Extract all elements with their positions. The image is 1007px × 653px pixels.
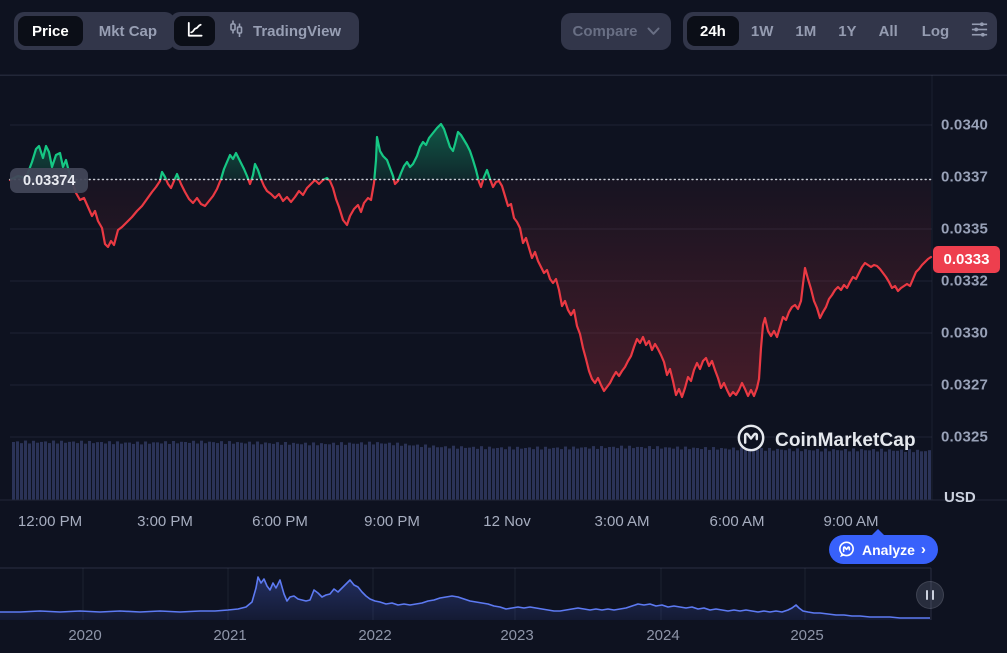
y-axis-tick: 0.0340 (941, 117, 988, 134)
x-axis-tick: 9:00 AM (823, 513, 878, 530)
cmc-price-chart-page: Price Mkt Cap Tr (0, 0, 1007, 653)
range-button-1w[interactable]: 1W (741, 16, 784, 46)
handle-grip-icon (926, 590, 928, 600)
chevron-down-icon (647, 23, 660, 40)
analyze-label: Analyze (862, 542, 915, 558)
year-label: 2023 (500, 627, 533, 644)
mktcap-tab[interactable]: Mkt Cap (85, 16, 171, 46)
chart-settings-button[interactable] (963, 16, 996, 46)
x-axis-tick: 3:00 PM (137, 513, 193, 530)
sliders-icon (970, 20, 989, 43)
x-axis-tick: 9:00 PM (364, 513, 420, 530)
line-chart-icon (185, 20, 204, 43)
year-label: 2025 (790, 627, 823, 644)
price-tab[interactable]: Price (18, 16, 83, 46)
y-axis-tick: 0.0335 (941, 221, 988, 238)
chart-type-toggle: TradingView (170, 12, 359, 50)
watermark-text: CoinMarketCap (775, 430, 916, 452)
range-button-all[interactable]: All (869, 16, 908, 46)
x-axis-tick: 12 Nov (483, 513, 531, 530)
tradingview-button[interactable]: TradingView (217, 16, 355, 46)
analyze-button[interactable]: Analyze › (829, 535, 938, 564)
coinmarketcap-watermark: CoinMarketCap (736, 423, 916, 458)
price-mktcap-toggle: Price Mkt Cap (14, 12, 175, 50)
range-button-24h[interactable]: 24h (687, 16, 739, 46)
usd-label: USD (944, 489, 976, 506)
compare-button[interactable]: Compare (561, 13, 671, 50)
overview-range-selector[interactable] (0, 560, 1007, 626)
year-label: 2024 (646, 627, 679, 644)
overview-area (0, 577, 931, 620)
analyze-bubble-icon (837, 540, 856, 559)
tradingview-label: TradingView (253, 23, 341, 40)
current-price-badge: 0.0333 (933, 246, 1000, 273)
y-axis-tick: 0.0330 (941, 325, 988, 342)
x-axis-tick: 6:00 AM (709, 513, 764, 530)
year-label: 2022 (358, 627, 391, 644)
x-axis-tick: 6:00 PM (252, 513, 308, 530)
y-axis-tick: 0.0332 (941, 273, 988, 290)
year-label: 2021 (213, 627, 246, 644)
baseline-price-badge: 0.03374 (10, 168, 88, 193)
line-chart-button[interactable] (174, 16, 215, 46)
year-label: 2020 (68, 627, 101, 644)
range-button-1y[interactable]: 1Y (828, 16, 866, 46)
time-range-group: 24h1W1M1YAll Log (683, 12, 997, 50)
y-axis-tick: 0.0337 (941, 169, 988, 186)
x-axis-tick: 12:00 PM (18, 513, 82, 530)
compare-label: Compare (572, 23, 637, 40)
range-button-1m[interactable]: 1M (785, 16, 826, 46)
y-axis-tick: 0.0327 (941, 377, 988, 394)
log-scale-button[interactable]: Log (912, 16, 960, 46)
overview-drag-handle[interactable] (916, 581, 944, 609)
chevron-right-icon: › (921, 541, 926, 558)
y-axis-tick: 0.0325 (941, 429, 988, 446)
coinmarketcap-logo-icon (736, 423, 766, 458)
candlestick-icon (227, 19, 245, 43)
x-axis-tick: 3:00 AM (594, 513, 649, 530)
handle-grip-icon (932, 590, 934, 600)
